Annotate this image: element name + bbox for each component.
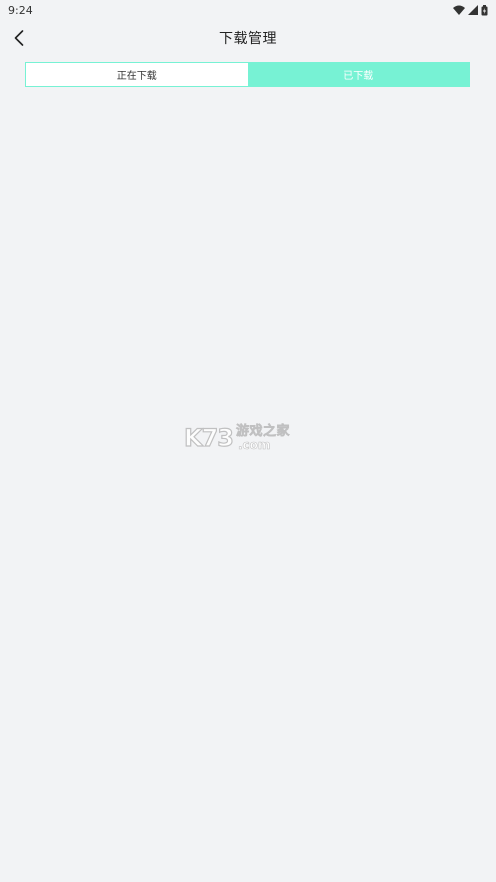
tab-downloading-label: 正在下载	[116, 71, 157, 82]
chevron-left-icon	[14, 30, 24, 46]
back-button[interactable]	[8, 26, 30, 50]
tab-downloaded-label: 已下载	[343, 71, 374, 82]
watermark-logo: K73 游戏之家 .com	[183, 423, 291, 452]
status-icons	[453, 4, 488, 16]
watermark-tagline: 游戏之家	[236, 424, 291, 439]
status-time: 9:24	[8, 3, 33, 17]
watermark-domain: .com	[238, 438, 271, 452]
status-bar: 9:24	[0, 0, 496, 20]
page-title: 下载管理	[219, 31, 277, 47]
signal-icon	[468, 5, 478, 15]
watermark-text: 游戏之家 .com	[236, 424, 291, 452]
tab-downloaded[interactable]: 已下载	[247, 63, 469, 86]
tab-downloading[interactable]: 正在下载	[26, 63, 248, 86]
watermark-k73: K73	[183, 423, 234, 452]
wifi-icon	[453, 5, 465, 15]
battery-icon	[481, 4, 488, 15]
download-tabs: 正在下载 已下载	[25, 62, 470, 87]
nav-bar: 下载管理	[0, 20, 496, 56]
